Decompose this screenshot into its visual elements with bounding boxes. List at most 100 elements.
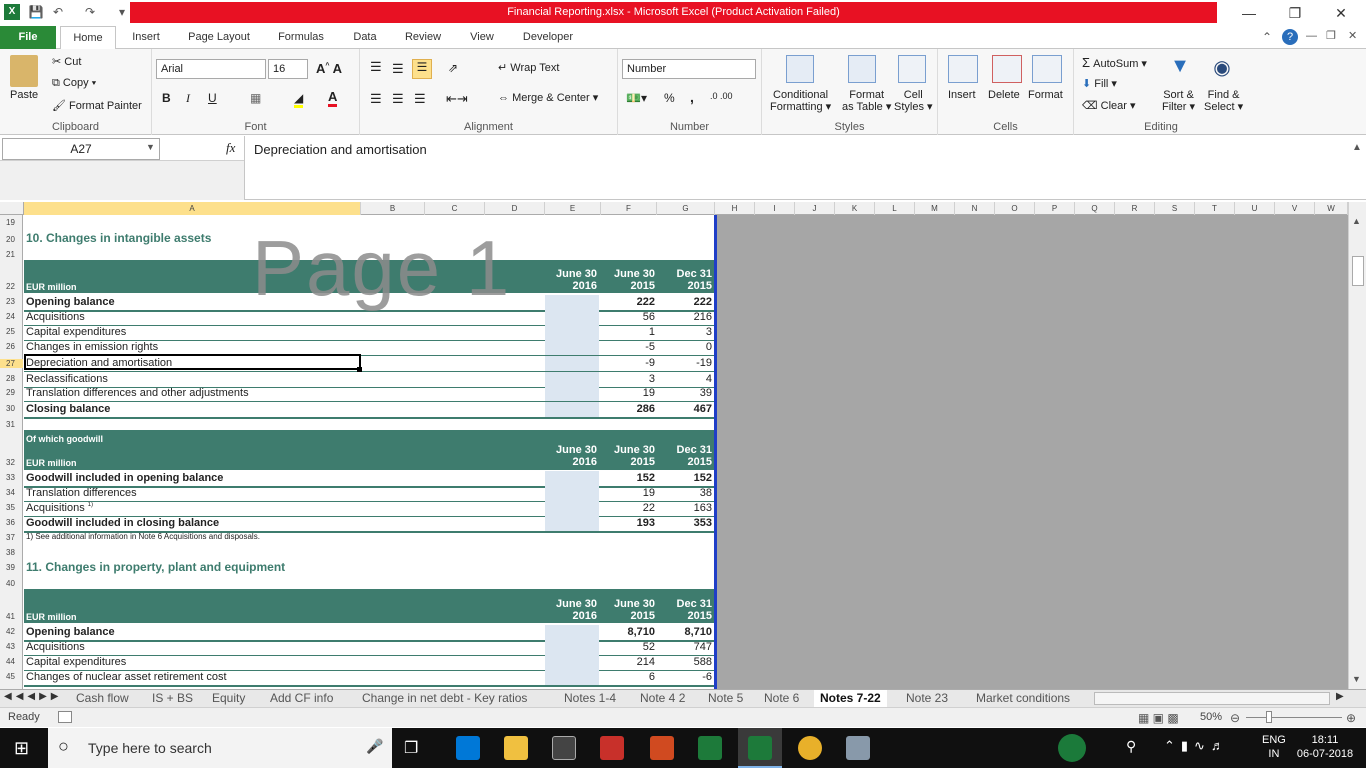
row-header[interactable]: 21 (0, 250, 23, 259)
currency-icon[interactable]: 💵▾ (626, 91, 647, 105)
restore-icon[interactable]: ❐ (1272, 2, 1318, 24)
value-cell-f[interactable]: 214 (601, 656, 655, 668)
align-left-icon[interactable]: ☰ (370, 91, 382, 107)
edge-icon[interactable] (456, 736, 480, 760)
row-header[interactable]: 30 (0, 404, 23, 413)
row-header[interactable]: 32 (0, 458, 23, 467)
expand-formula-bar-icon[interactable]: ▲ (1352, 142, 1362, 153)
column-header-p[interactable]: P (1035, 202, 1075, 215)
fill-color-icon[interactable]: ◢ (294, 91, 304, 108)
row-label[interactable]: Capital expenditures (26, 326, 126, 338)
value-cell-g[interactable]: 39 (657, 387, 712, 399)
sheet-tab[interactable]: Notes 7-22 (814, 690, 887, 707)
active-cell-outline[interactable] (24, 354, 361, 370)
value-cell-g[interactable]: 588 (657, 656, 712, 668)
indent-icon[interactable]: ⇤⇥ (446, 91, 468, 107)
find-select-button[interactable]: Find & Select ▾ (1204, 89, 1243, 113)
help-icon[interactable]: ? (1282, 29, 1298, 45)
value-cell-g[interactable]: 216 (657, 311, 712, 323)
row-label[interactable]: Capital expenditures (26, 656, 126, 668)
sheet-tab[interactable]: Note 6 (758, 690, 805, 707)
border-icon[interactable]: ▦ (250, 91, 261, 105)
value-cell-g[interactable]: 152 (657, 472, 712, 484)
row-header[interactable]: 35 (0, 503, 23, 512)
sheet-tab[interactable]: Note 23 (900, 690, 954, 707)
cell-styles-button[interactable]: Cell Styles ▾ (894, 89, 933, 113)
sheet-tab[interactable]: Cash flow (70, 690, 135, 707)
row-label[interactable]: Changes of nuclear asset retirement cost (26, 671, 227, 683)
sheet-tab[interactable]: Equity (206, 690, 251, 707)
copy-button[interactable]: ⧉ Copy ▾ (52, 77, 96, 90)
tab-data[interactable]: Data (346, 26, 384, 49)
file-explorer-icon[interactable] (504, 736, 528, 760)
bold-button[interactable]: B (162, 91, 171, 105)
row-label[interactable]: Translation differences and other adjust… (26, 387, 249, 399)
formula-input[interactable]: Depreciation and amortisation (244, 136, 1350, 200)
value-cell-g[interactable]: 3 (657, 326, 712, 338)
font-color-icon[interactable]: A (328, 89, 338, 107)
format-cells-button[interactable]: Format (1028, 89, 1063, 101)
view-buttons-icon[interactable]: ▦ ▣ ▩ (1138, 711, 1179, 725)
name-box-dropdown-icon[interactable]: ▼ (146, 142, 155, 152)
value-cell-f[interactable]: 8,710 (601, 626, 655, 638)
paste-button[interactable]: Paste (10, 89, 38, 101)
row-label[interactable]: Goodwill included in opening balance (26, 472, 223, 484)
workbook-minimize-icon[interactable]: — (1306, 30, 1317, 42)
row-label[interactable]: Opening balance (26, 296, 115, 308)
row-label[interactable]: Reclassifications (26, 373, 108, 385)
column-header-s[interactable]: S (1155, 202, 1195, 215)
minimize-ribbon-icon[interactable]: ⌃ (1262, 30, 1272, 44)
sheet-tab[interactable]: Change in net debt - Key ratios (356, 690, 533, 707)
autosum-button[interactable]: Σ AutoSum ▾ (1082, 55, 1147, 70)
system-tray-icons[interactable]: ⌃▮∿♬ (1164, 738, 1230, 754)
value-cell-g[interactable]: 163 (657, 502, 712, 514)
value-cell-f[interactable]: 56 (601, 311, 655, 323)
tab-review[interactable]: Review (398, 26, 448, 49)
row-header[interactable]: 22 (0, 282, 23, 291)
value-cell-g[interactable]: -19 (657, 357, 712, 369)
fill-button[interactable]: ⬇ Fill ▾ (1082, 77, 1117, 90)
column-header-l[interactable]: L (875, 202, 915, 215)
row-header[interactable]: 42 (0, 627, 23, 636)
row-header[interactable]: 29 (0, 388, 23, 397)
row-header[interactable]: 31 (0, 420, 23, 429)
paint-icon[interactable] (846, 736, 870, 760)
powerpoint-icon[interactable] (650, 736, 674, 760)
align-center-icon[interactable]: ☰ (392, 91, 404, 107)
value-cell-f[interactable]: 3 (601, 373, 655, 385)
vertical-scrollbar[interactable]: ▲ ▼ (1348, 202, 1366, 689)
row-header[interactable]: 20 (0, 235, 23, 244)
scroll-down-icon[interactable]: ▼ (1352, 674, 1361, 684)
value-cell-f[interactable]: 19 (601, 487, 655, 499)
redo-icon[interactable]: ↷ (82, 4, 98, 20)
column-header-i[interactable]: I (755, 202, 795, 215)
worksheet-grid[interactable]: 19 20 21 22 23 24 25 26 27 28 29 30 31 3… (0, 215, 1348, 689)
row-header[interactable]: 45 (0, 672, 23, 681)
column-header-d[interactable]: D (485, 202, 545, 215)
excel-active-taskbar-button[interactable] (738, 728, 782, 768)
column-header-h[interactable]: H (715, 202, 755, 215)
value-cell-g[interactable]: 747 (657, 641, 712, 653)
row-header[interactable]: 25 (0, 327, 23, 336)
align-right-icon[interactable]: ☰ (414, 91, 426, 107)
value-cell-g[interactable]: 4 (657, 373, 712, 385)
format-painter-button[interactable]: 🖌 Format Painter (52, 99, 142, 112)
grow-font-icon[interactable]: A^ A (316, 61, 342, 76)
align-top-icon[interactable]: ☰ (370, 59, 382, 75)
tab-view[interactable]: View (462, 26, 502, 49)
row-header[interactable]: 23 (0, 297, 23, 306)
format-as-table-button[interactable]: Format as Table ▾ (842, 89, 891, 113)
value-cell-f[interactable]: -5 (601, 341, 655, 353)
column-header-v[interactable]: V (1275, 202, 1315, 215)
sheet-tab[interactable]: Market conditions (970, 690, 1076, 707)
column-header-c[interactable]: C (425, 202, 485, 215)
comma-button[interactable]: , (690, 89, 694, 105)
sheet-tab[interactable]: Note 5 (702, 690, 749, 707)
value-cell-f[interactable]: 152 (601, 472, 655, 484)
wrap-text-button[interactable]: ↵ Wrap Text (498, 61, 559, 74)
merge-center-button[interactable]: ⇔ Merge & Center ▾ (498, 91, 598, 104)
scroll-thumb[interactable] (1352, 256, 1364, 286)
value-cell-g[interactable]: 222 (657, 296, 712, 308)
column-header-u[interactable]: U (1235, 202, 1275, 215)
tab-page-layout[interactable]: Page Layout (180, 26, 258, 49)
